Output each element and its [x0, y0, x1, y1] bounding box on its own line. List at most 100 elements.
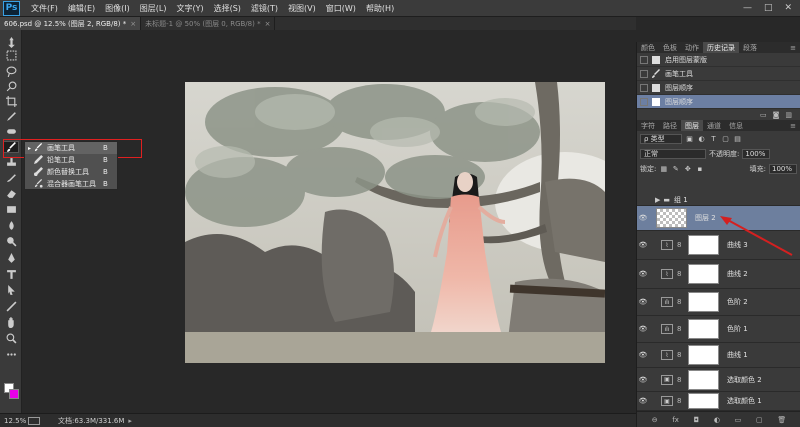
tab-history[interactable]: 历史记录: [703, 42, 739, 53]
line-tool-icon[interactable]: [3, 300, 19, 312]
link-chain-icon[interactable]: 8: [677, 325, 685, 333]
menu-edit[interactable]: 编辑(E): [63, 3, 100, 14]
close-icon[interactable]: ×: [265, 20, 271, 28]
adjustment-layer-icon[interactable]: ◐: [714, 416, 720, 424]
link-chain-icon[interactable]: 8: [677, 397, 685, 405]
eye-icon[interactable]: 👁: [637, 214, 649, 222]
tab-info[interactable]: 信息: [725, 120, 747, 131]
menu-filter[interactable]: 滤镜(T): [246, 3, 283, 14]
history-checkbox[interactable]: [640, 69, 648, 78]
tab-actions[interactable]: 动作: [681, 42, 703, 53]
blend-mode-select[interactable]: 正常: [640, 149, 706, 159]
chevron-right-icon[interactable]: ▸: [128, 417, 132, 425]
lock-pixels-icon[interactable]: ✎: [671, 165, 680, 174]
layer-row[interactable]: 👁 ⌇ 8 曲线 1: [637, 343, 800, 368]
panel-menu-icon[interactable]: ≡: [790, 120, 800, 131]
layer-filter-select[interactable]: ρ 类型: [640, 134, 682, 144]
history-brush-tool-icon[interactable]: [3, 171, 19, 183]
gradient-tool-icon[interactable]: [3, 203, 19, 215]
link-chain-icon[interactable]: 8: [677, 298, 685, 306]
dodge-tool-icon[interactable]: [3, 235, 19, 247]
fill-input[interactable]: 100%: [769, 164, 797, 174]
history-checkbox[interactable]: [640, 97, 648, 106]
eyedropper-tool-icon[interactable]: [3, 110, 19, 122]
lock-all-icon[interactable]: ▪: [695, 165, 704, 174]
layer-row[interactable]: 👁 ılı 8 色阶 1: [637, 316, 800, 343]
pen-tool-icon[interactable]: [3, 252, 19, 264]
filter-adjust-icon[interactable]: ◐: [697, 135, 706, 144]
layer-row[interactable]: 👁 ⌇ 8 曲线 2: [637, 260, 800, 289]
layer-group-row[interactable]: ▶ ▬ 组 1: [637, 194, 800, 206]
menu-file[interactable]: 文件(F): [26, 3, 63, 14]
layer-row[interactable]: 👁 ▣ 8 选取颜色 1: [637, 392, 800, 411]
tab-paragraph[interactable]: 段落: [739, 42, 761, 53]
lasso-tool-icon[interactable]: [3, 65, 19, 77]
history-item[interactable]: 图层顺序: [637, 81, 800, 95]
lock-transparency-icon[interactable]: ▦: [659, 165, 668, 174]
quick-select-tool-icon[interactable]: [3, 80, 19, 92]
opacity-input[interactable]: 100%: [742, 149, 771, 159]
filter-shape-icon[interactable]: ▢: [721, 135, 730, 144]
eye-icon[interactable]: 👁: [637, 325, 649, 333]
menu-type[interactable]: 文字(Y): [171, 3, 208, 14]
tab-channels[interactable]: 通道: [703, 120, 725, 131]
path-selection-tool-icon[interactable]: [3, 284, 19, 296]
background-color-swatch[interactable]: [9, 389, 19, 399]
history-item[interactable]: 画笔工具: [637, 67, 800, 81]
tab-paths[interactable]: 路径: [659, 120, 681, 131]
new-layer-icon[interactable]: ▢: [756, 416, 763, 424]
document-canvas[interactable]: [185, 82, 605, 363]
history-item[interactable]: 图层顺序: [637, 95, 800, 109]
zoom-tool-icon[interactable]: [3, 332, 19, 344]
flyout-item-brush[interactable]: ▸ 画笔工具 B: [25, 142, 117, 154]
tab-color[interactable]: 颜色: [637, 42, 659, 53]
eye-icon[interactable]: 👁: [637, 241, 649, 249]
crop-tool-icon[interactable]: [3, 95, 19, 107]
filter-type-icon[interactable]: T: [709, 135, 718, 144]
trash-icon[interactable]: ▥: [785, 111, 792, 119]
new-group-icon[interactable]: ▭: [735, 416, 742, 424]
marquee-tool-icon[interactable]: [3, 49, 19, 61]
link-layers-icon[interactable]: ⊖: [652, 416, 658, 424]
eye-icon[interactable]: 👁: [637, 351, 649, 359]
delete-layer-icon[interactable]: 🗑: [777, 416, 786, 424]
eye-icon[interactable]: 👁: [637, 298, 649, 306]
maximize-button[interactable]: □: [764, 3, 773, 13]
filter-pixel-icon[interactable]: ▣: [685, 135, 694, 144]
history-checkbox[interactable]: [640, 55, 648, 64]
close-button[interactable]: ✕: [784, 3, 792, 13]
panel-menu-icon[interactable]: ≡: [790, 42, 800, 53]
status-info-icon[interactable]: [28, 416, 40, 425]
eye-icon[interactable]: 👁: [637, 376, 649, 384]
type-tool-icon[interactable]: [3, 268, 19, 280]
flyout-item-pencil[interactable]: 铅笔工具 B: [25, 154, 117, 166]
link-chain-icon[interactable]: 8: [677, 241, 685, 249]
menu-view[interactable]: 视图(V): [283, 3, 321, 14]
menu-help[interactable]: 帮助(H): [361, 3, 399, 14]
new-document-icon[interactable]: ▭: [760, 111, 767, 119]
zoom-level[interactable]: 12.5%: [0, 417, 28, 425]
menu-select[interactable]: 选择(S): [209, 3, 246, 14]
link-chain-icon[interactable]: 8: [677, 376, 685, 384]
doc-tab-untitled[interactable]: 未标题-1 @ 50% (图层 0, RGB/8) * ×: [141, 17, 276, 30]
more-tools-icon[interactable]: [3, 348, 19, 360]
blur-tool-icon[interactable]: [3, 219, 19, 231]
filter-smart-icon[interactable]: ▤: [733, 135, 742, 144]
layer-row[interactable]: 👁 ▣ 8 选取颜色 2: [637, 368, 800, 392]
history-item[interactable]: 启用图层蒙版: [637, 53, 800, 67]
add-mask-icon[interactable]: ◘: [694, 416, 700, 424]
tab-swatches[interactable]: 色板: [659, 42, 681, 53]
menu-window[interactable]: 窗口(W): [321, 3, 361, 14]
healing-brush-tool-icon[interactable]: [3, 125, 19, 137]
lock-position-icon[interactable]: ✥: [683, 165, 692, 174]
tab-layers[interactable]: 图层: [681, 120, 703, 131]
flyout-item-mixer-brush[interactable]: 混合器画笔工具 B: [25, 178, 117, 190]
close-icon[interactable]: ×: [130, 20, 136, 28]
menu-image[interactable]: 图像(I): [100, 3, 135, 14]
eye-icon[interactable]: 👁: [637, 270, 649, 278]
camera-icon[interactable]: ◙: [773, 111, 780, 119]
layer-row[interactable]: 👁 ılı 8 色阶 2: [637, 289, 800, 316]
expand-triangle-icon[interactable]: ▶: [655, 196, 660, 204]
tab-character[interactable]: 字符: [637, 120, 659, 131]
history-checkbox[interactable]: [640, 83, 648, 92]
